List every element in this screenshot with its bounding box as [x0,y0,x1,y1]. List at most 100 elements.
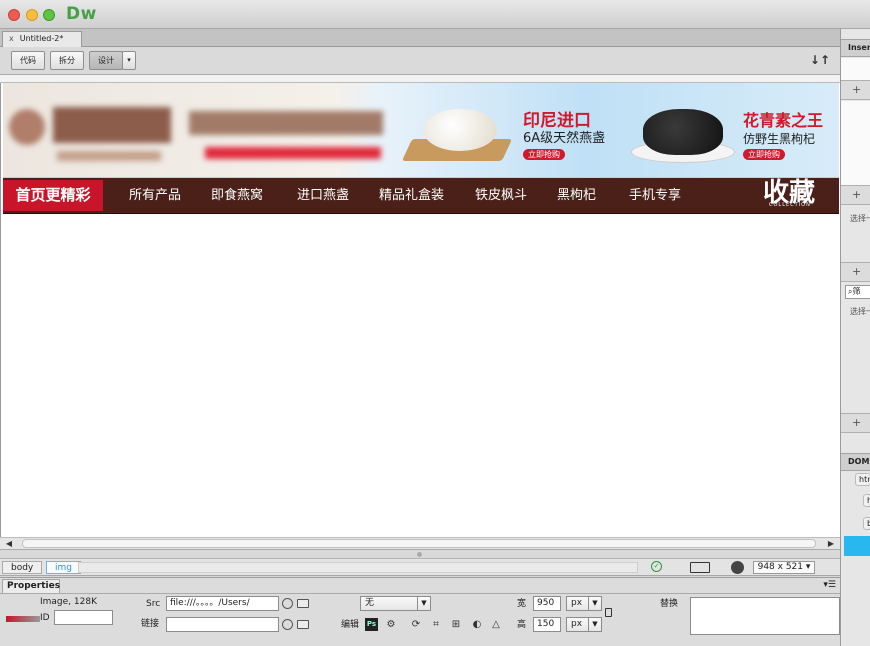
globe-icon[interactable] [731,561,744,574]
promo2-buy-button[interactable]: 立即抢购 [743,149,785,160]
sort-icon[interactable]: ↓↑ [810,53,830,67]
promo-goji: 花青素之王 仿野生黑枸杞 立即抢购 [743,111,823,160]
splitter-handle[interactable] [417,552,422,557]
ruler [0,75,840,83]
link-point-to-file-icon[interactable] [282,619,293,630]
document-tab[interactable]: x Untitled-2* [2,31,82,47]
design-canvas[interactable]: 印尼进口 6A级天然燕盏 立即抢购 花青素之王 仿野生黑枸杞 立即抢购 首页更精… [0,83,840,537]
nav-mobile-exclusive[interactable]: 手机专享 [629,178,681,214]
nav-instant-birds-nest[interactable]: 即食燕窝 [211,178,263,214]
horizontal-scrollbar[interactable]: ◀ ▶ [0,537,840,550]
edit-label: 编辑 [341,620,360,630]
chevron-down-icon: ▼ [588,618,601,631]
crop-icon[interactable]: ⌗ [430,619,442,631]
code-view-button[interactable]: 代码 [11,51,45,70]
select-hint: 选择一 [850,214,870,223]
settings-icon[interactable]: ⚙ [385,619,397,631]
title-bar: Dw [0,0,870,29]
window-size-select[interactable]: 948 x 521 ▾ [753,561,815,574]
class-select[interactable]: 无 ▼ [360,596,431,611]
folder-icon[interactable] [297,599,309,608]
panel-area [841,58,870,80]
panel-menu-icon[interactable]: ▾☰ [823,580,836,590]
add-icon[interactable]: + [841,80,870,100]
window-close-button[interactable] [8,9,20,21]
app-logo: Dw [66,4,97,24]
scroll-thumb[interactable] [22,539,816,548]
window-maximize-button[interactable] [43,9,55,21]
properties-tab[interactable]: Properties [2,579,60,593]
favorite-sublabel: COLLECTION [769,202,811,208]
src-input[interactable]: file:///。。。。/Users/ [166,596,279,611]
brightness-contrast-icon[interactable]: ◐ [471,619,483,631]
promo1-title: 印尼进口 [523,111,591,131]
scroll-right-arrow-icon[interactable]: ▶ [824,538,838,550]
window-minimize-button[interactable] [26,9,38,21]
sharpen-icon[interactable]: △ [490,619,502,631]
photoshop-icon[interactable]: Ps [365,618,378,631]
status-bar: body img ✓ 948 x 521 ▾ [0,558,840,576]
width-input[interactable]: 950 [533,596,561,611]
height-input[interactable]: 150 [533,617,561,632]
divider [0,593,840,594]
properties-panel: Properties ▾☰ Image, 128K ID Src file://… [0,577,840,646]
add-icon[interactable]: + [841,413,870,433]
document-tab-title: Untitled-2* [19,34,64,43]
document-toolbar: 代码 拆分 设计 ▾ ↓↑ [0,47,840,75]
select-hint-2: 选择一 [850,307,870,316]
resample-icon[interactable]: ⊞ [450,619,462,631]
banner-image[interactable]: 印尼进口 6A级天然燕盏 立即抢购 花青素之王 仿野生黑枸杞 立即抢购 [3,83,839,178]
birds-nest-image [401,99,515,169]
device-preview-icon[interactable] [690,562,710,573]
blurred-logo-image [5,103,383,163]
nav-all-products[interactable]: 所有产品 [129,178,181,214]
nav-home[interactable]: 首页更精彩 [3,180,103,211]
dom-panel-header[interactable]: DOM [841,453,870,471]
dom-node-html[interactable]: html [855,473,870,486]
promo2-title: 花青素之王 [743,111,824,130]
add-icon[interactable]: + [841,185,870,205]
link-input[interactable] [166,617,279,632]
tag-selector-img[interactable]: img [46,561,81,574]
search-placeholder: 筛 [852,287,861,296]
height-unit-value: px [571,619,583,629]
dom-node-selected[interactable] [844,536,870,556]
link-label: 链接 [141,619,160,629]
update-icon[interactable]: ⟳ [410,619,422,631]
image-thumbnail [6,616,40,622]
nav-black-goji[interactable]: 黑枸杞 [557,178,596,214]
nav-gift-box[interactable]: 精品礼盒装 [379,178,444,214]
id-input[interactable] [54,610,113,625]
document-tab-row: x Untitled-2* [0,29,840,47]
promo1-buy-button[interactable]: 立即抢购 [523,149,565,160]
add-icon[interactable]: + [841,262,870,282]
width-label: 宽 [517,599,527,609]
panel-area [841,101,870,185]
chevron-down-icon: ▼ [588,597,601,610]
split-view-button[interactable]: 拆分 [50,51,84,70]
insert-panel-header[interactable]: Insert [841,39,870,57]
lock-icon[interactable] [605,608,612,617]
alt-input[interactable] [690,597,840,635]
link-folder-icon[interactable] [297,620,309,629]
check-icon[interactable]: ✓ [651,561,662,572]
tag-selector-body[interactable]: body [2,561,43,574]
search-input[interactable]: ⌕筛 [845,285,870,299]
height-label: 高 [517,620,527,630]
src-label: Src [146,599,161,609]
dom-node-body[interactable]: b [863,517,870,530]
width-unit-select[interactable]: px ▼ [566,596,602,611]
design-view-button[interactable]: 设计 [89,51,123,70]
nav-favorite[interactable]: 收藏 COLLECTION [763,178,815,214]
right-panel: Insert + + 选择一 + ⌕筛 选择一 + DOM html h b [840,29,870,646]
design-view-dropdown[interactable]: ▾ [122,51,136,70]
nav-imported-birds-nest[interactable]: 进口燕盏 [297,178,349,214]
width-unit-value: px [571,598,583,608]
nav-dendrobium[interactable]: 铁皮枫斗 [475,178,527,214]
height-unit-select[interactable]: px ▼ [566,617,602,632]
panel-splitter[interactable] [0,550,840,558]
scroll-left-arrow-icon[interactable]: ◀ [2,538,16,550]
close-tab-icon[interactable]: x [9,34,14,43]
point-to-file-icon[interactable] [282,598,293,609]
dom-node-head[interactable]: h [863,494,870,507]
